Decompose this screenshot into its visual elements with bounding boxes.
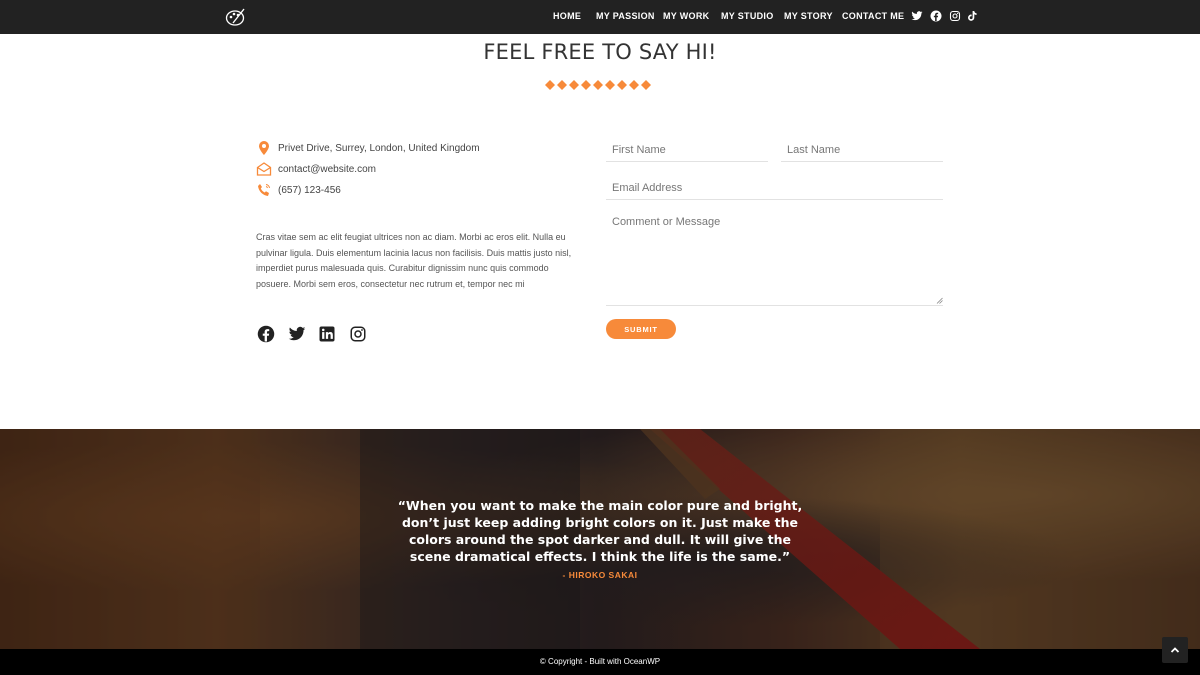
textarea-resize-handle[interactable]	[936, 297, 943, 304]
phone-row[interactable]: (657) 123-456	[256, 182, 341, 198]
facebook-icon[interactable]	[930, 10, 942, 22]
contact-description: Cras vitae sem ac elit feugiat ultrices …	[256, 232, 572, 289]
map-pin-icon	[259, 141, 269, 155]
nav-contact-me[interactable]: CONTACT ME	[842, 11, 904, 21]
email-address-field[interactable]	[606, 176, 943, 200]
top-navigation-bar: HOME MY PASSION MY WORK MY STUDIO MY STO…	[0, 0, 1200, 34]
instagram-icon[interactable]	[349, 325, 367, 343]
twitter-icon[interactable]	[911, 10, 923, 22]
page-title: FEEL FREE TO SAY HI!	[483, 40, 717, 64]
envelope-open-icon	[256, 162, 272, 176]
nav-home[interactable]: HOME	[553, 11, 581, 21]
chevron-up-icon	[1170, 647, 1180, 653]
address-text: Privet Drive, Surrey, London, United Kin…	[278, 142, 480, 154]
first-name-field[interactable]	[606, 138, 768, 162]
footer: © Copyright - Built with OceanWP	[0, 649, 1200, 675]
twitter-icon[interactable]	[288, 325, 306, 343]
phone-icon	[258, 184, 270, 196]
quote-banner: “When you want to make the main color pu…	[0, 429, 1200, 649]
nav-my-story[interactable]: MY STORY	[784, 11, 833, 21]
nav-my-work[interactable]: MY WORK	[663, 11, 709, 21]
email-row[interactable]: contact@website.com	[256, 161, 376, 177]
copyright-text: © Copyright - Built with OceanWP	[539, 657, 661, 666]
message-field[interactable]	[606, 212, 943, 306]
decorative-diamond-divider	[545, 80, 651, 90]
phone-link[interactable]: (657) 123-456	[278, 185, 341, 196]
tiktok-icon[interactable]	[966, 10, 978, 22]
nav-my-passion[interactable]: MY PASSION	[596, 11, 655, 21]
quote-text: “When you want to make the main color pu…	[397, 498, 803, 564]
nav-my-studio[interactable]: MY STUDIO	[721, 11, 774, 21]
palette-logo-icon[interactable]	[224, 6, 246, 28]
address-row: Privet Drive, Surrey, London, United Kin…	[256, 140, 480, 156]
quote-author: - HIROKO SAKAI	[562, 570, 638, 580]
instagram-icon[interactable]	[949, 10, 961, 22]
last-name-field[interactable]	[781, 138, 943, 162]
facebook-icon[interactable]	[257, 325, 275, 343]
email-link[interactable]: contact@website.com	[278, 164, 376, 175]
scroll-to-top-button[interactable]	[1162, 637, 1188, 663]
submit-button[interactable]: SUBMIT	[606, 319, 676, 339]
linkedin-icon[interactable]	[318, 325, 336, 343]
